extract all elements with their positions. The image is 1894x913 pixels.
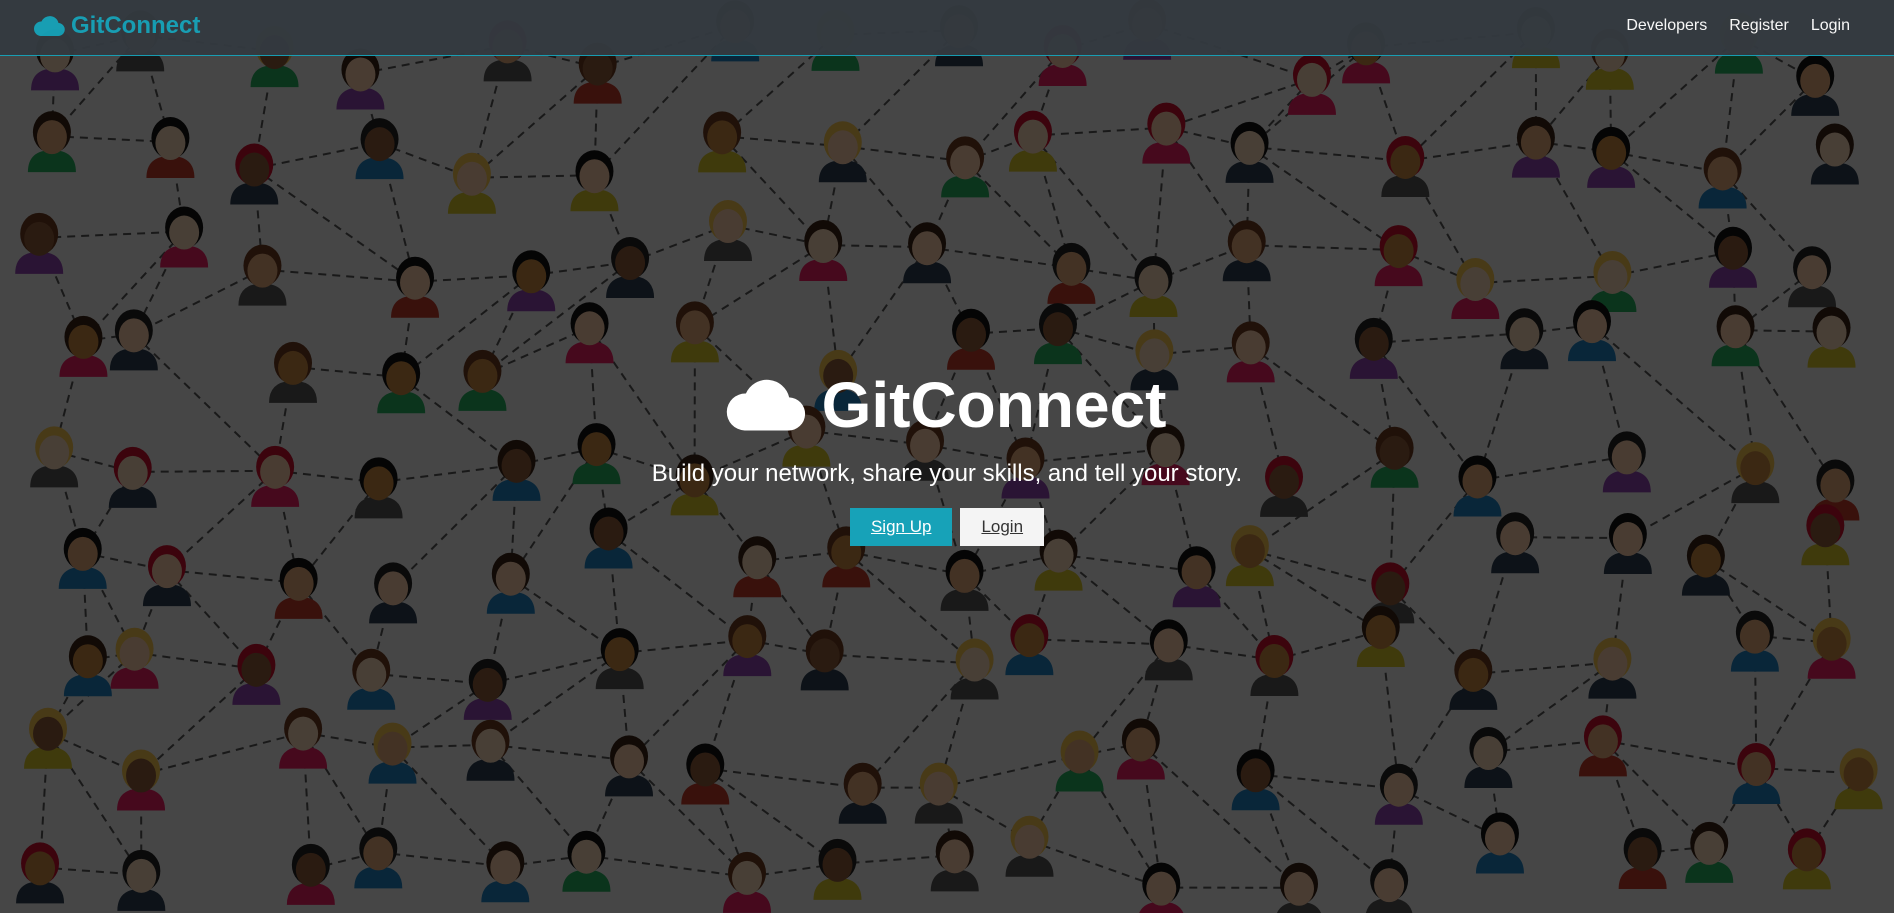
sign-up-button[interactable]: Sign Up [849,507,953,546]
cloud-icon [726,379,805,430]
landing-lead: Build your network, share your skills, a… [651,459,1243,487]
login-button[interactable]: Login [960,507,1045,546]
landing-title-text: GitConnect [821,368,1167,441]
landing-title: GitConnect [724,368,1167,442]
landing-hero: GitConnect Build your network, share you… [0,0,1894,913]
landing-buttons: Sign Up Login [849,507,1045,546]
